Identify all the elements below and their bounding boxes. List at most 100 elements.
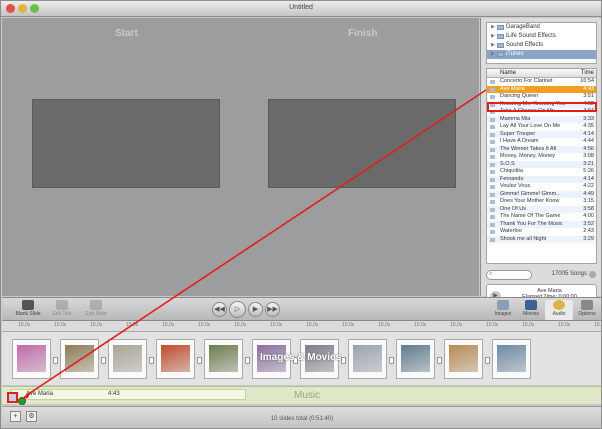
song-row[interactable]: Gimme! Gimme! Gimm... 4:49 xyxy=(487,190,596,198)
name-column-header[interactable]: Name xyxy=(500,69,516,78)
edit-title-label: Edit Title xyxy=(52,311,72,317)
options-button[interactable]: Options xyxy=(573,300,601,320)
play-fullscreen-icon[interactable]: ▶ xyxy=(248,302,263,317)
edit-slide-button[interactable]: Edit Slide xyxy=(79,300,113,320)
slide-thumbnail[interactable] xyxy=(492,339,531,379)
previous-icon[interactable]: ◀◀ xyxy=(212,302,227,317)
song-row[interactable]: One Of Us 3:58 xyxy=(487,205,596,213)
song-row[interactable]: Concerto For Clarinet 16:54 xyxy=(487,78,596,86)
slide-thumbnail[interactable] xyxy=(348,339,387,379)
song-row[interactable]: Super Trouper 4:14 xyxy=(487,130,596,138)
play-button[interactable]: ▷ xyxy=(229,301,246,318)
ruler-label: 10.0s xyxy=(342,322,355,328)
source-item[interactable]: ▶ Sound Effects xyxy=(487,41,596,50)
song-row[interactable]: Fernando 4:14 xyxy=(487,175,596,183)
song-list[interactable]: Name Time Concerto For Clarinet 16:54 Ave … xyxy=(486,68,597,264)
search-field[interactable]: ⌕ xyxy=(486,270,532,280)
slide-image xyxy=(161,345,190,372)
source-item-label: GarageBand xyxy=(505,24,540,30)
search-icon: ⌕ xyxy=(489,271,493,277)
folder-icon xyxy=(496,52,504,57)
song-row[interactable]: Dancing Queen 3:51 xyxy=(487,93,596,101)
transition-handle[interactable] xyxy=(437,357,442,364)
ruler-label: 10.0s xyxy=(162,322,175,328)
movies-button[interactable]: Movies xyxy=(517,300,545,320)
song-icon xyxy=(490,117,495,122)
disclosure-icon[interactable]: ▶ xyxy=(491,50,495,59)
song-row[interactable]: S.O.S 3:21 xyxy=(487,160,596,168)
song-name: I Have A Dream xyxy=(500,138,539,144)
song-row[interactable]: Shook me all Night 3:29 xyxy=(487,235,596,243)
transition-handle[interactable] xyxy=(245,357,250,364)
song-row[interactable]: Lay All Your Love On Me 4:35 xyxy=(487,123,596,131)
audio-icon xyxy=(553,300,565,310)
song-time: 3:33 xyxy=(583,115,594,122)
song-name: One Of Us xyxy=(500,205,526,212)
transition-handle[interactable] xyxy=(197,357,202,364)
transition-handle[interactable] xyxy=(485,357,490,364)
blank-slide-button[interactable]: Blank Slide xyxy=(11,300,45,320)
source-item[interactable]: ▶ iLife Sound Effects xyxy=(487,32,596,41)
song-row[interactable]: Does Your Mother Know 3:15 xyxy=(487,198,596,206)
time-column-header[interactable]: Time xyxy=(581,69,594,78)
transition-handle[interactable] xyxy=(341,357,346,364)
info-icon[interactable] xyxy=(589,271,596,278)
song-icon xyxy=(490,177,495,182)
source-list[interactable]: ▶ GarageBand ▶ iLife Sound Effects ▶ Sound Ef… xyxy=(486,22,597,64)
window-title: Untitled xyxy=(289,4,313,11)
song-name: Knowing Me, Knowing You xyxy=(500,100,566,107)
slide-track: Images & Movies xyxy=(2,332,601,385)
transition-handle[interactable] xyxy=(389,357,394,364)
audio-button[interactable]: Audio xyxy=(545,300,573,320)
disclosure-icon[interactable]: ▶ xyxy=(491,23,495,32)
slide-thumbnail[interactable] xyxy=(396,339,435,379)
song-row[interactable]: The Winner Takes It All 4:56 xyxy=(487,145,596,153)
song-time: 4:56 xyxy=(583,145,594,152)
folder-icon xyxy=(496,34,504,39)
transition-handle[interactable] xyxy=(53,357,58,364)
transition-handle[interactable] xyxy=(149,357,154,364)
song-row[interactable]: Money, Money, Money 3:08 xyxy=(487,153,596,161)
edit-title-button[interactable]: Edit Title xyxy=(45,300,79,320)
disclosure-icon[interactable]: ▶ xyxy=(491,41,495,50)
song-row[interactable]: The Name Of The Game 4:00 xyxy=(487,213,596,221)
song-row[interactable]: Ave Maria 4:43 xyxy=(487,85,596,93)
slide-thumbnail[interactable] xyxy=(444,339,483,379)
timeline-ruler[interactable]: 10.0s 10.0s 10.0s 10.0s 10.0s 10.0s 10.0s 10.0s… xyxy=(2,321,601,332)
app-window: Untitled Start Finish ▶ GarageBand ▶ iLife … xyxy=(0,0,602,429)
source-item[interactable]: ▶ GarageBand xyxy=(487,23,596,32)
slide-thumbnail[interactable] xyxy=(12,339,51,379)
song-icon xyxy=(490,95,495,99)
song-row[interactable]: Thank You For The Music 3:52 xyxy=(487,220,596,228)
song-row[interactable]: Chiquitita 5:26 xyxy=(487,168,596,176)
source-item[interactable]: ▶ iTunes xyxy=(487,50,596,59)
song-row[interactable]: Mamma Mia 3:33 xyxy=(487,115,596,123)
add-music-icon[interactable] xyxy=(18,397,26,405)
song-row[interactable]: I Have A Dream 4:44 xyxy=(487,138,596,146)
song-icon xyxy=(490,170,495,174)
song-name: Fernando xyxy=(500,175,524,182)
song-icon xyxy=(490,192,495,197)
song-row[interactable]: Knowing Me, Knowing You 4:02 xyxy=(487,100,596,108)
finish-label: Finish xyxy=(348,28,378,39)
slide-thumbnail[interactable] xyxy=(108,339,147,379)
song-icon xyxy=(490,162,495,167)
next-icon[interactable]: ▶▶ xyxy=(265,302,280,317)
disclosure-icon[interactable]: ▶ xyxy=(491,32,495,41)
song-row[interactable]: Voulez Vous 4:22 xyxy=(487,183,596,191)
song-name: Take A Chance On Me xyxy=(500,108,555,114)
song-time: 3:29 xyxy=(583,235,594,242)
slide-thumbnail[interactable] xyxy=(60,339,99,379)
ruler-label: 10.0s xyxy=(126,322,139,328)
slide-thumbnail[interactable] xyxy=(156,339,195,379)
images-button[interactable]: Images xyxy=(489,300,517,320)
song-name: The Name Of The Game xyxy=(500,213,561,219)
source-item-label: iLife Sound Effects xyxy=(505,33,556,39)
song-row[interactable]: Take A Chance On Me 4:04 xyxy=(487,108,596,116)
slide-thumbnail[interactable] xyxy=(204,339,243,379)
song-icon xyxy=(490,237,495,242)
title-bar[interactable]: Untitled xyxy=(1,1,601,17)
song-row[interactable]: Waterloo 2:43 xyxy=(487,228,596,236)
ruler-label: 10.0s xyxy=(18,322,31,328)
transition-handle[interactable] xyxy=(101,357,106,364)
